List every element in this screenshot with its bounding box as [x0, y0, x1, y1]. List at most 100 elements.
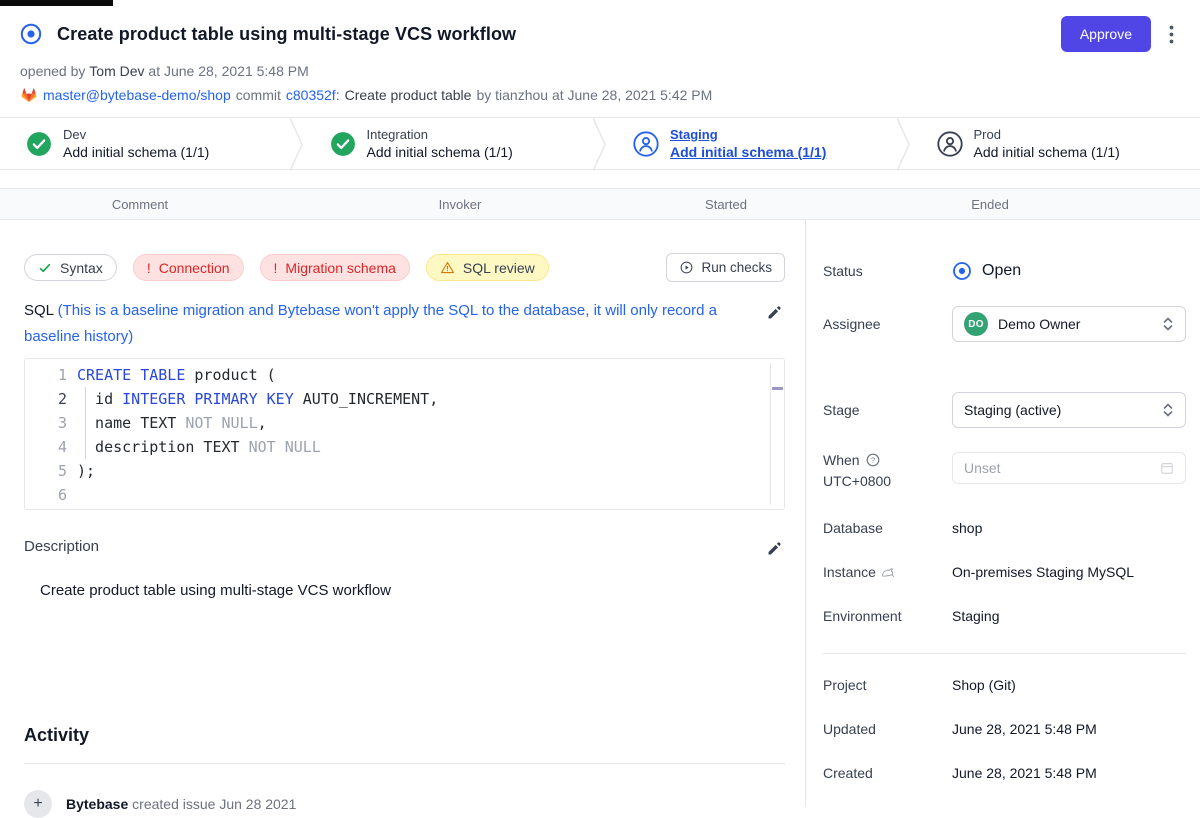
status-label: Status [823, 263, 952, 279]
commit-branch-repo-link[interactable]: master@bytebase-demo/shop [43, 87, 231, 103]
page-title: Create product table using multi-stage V… [57, 24, 516, 45]
line-number: 3 [25, 411, 77, 435]
pipeline-stage-staging[interactable]: Staging Add initial schema (1/1) [607, 118, 897, 169]
stage-separator-chevron [290, 118, 304, 171]
stage-done-icon [26, 131, 52, 157]
svg-text:?: ? [871, 456, 875, 465]
when-datetime-input[interactable]: Unset [952, 452, 1186, 484]
stage-task: Add initial schema (1/1) [670, 143, 826, 161]
sidebar-row-database: Database shop [823, 520, 1186, 536]
sql-code-editor[interactable]: 1 CREATE TABLE product ( 2 id INTEGER PR… [24, 358, 785, 510]
stage-select-value: Staging (active) [964, 402, 1061, 418]
edit-description-pencil-icon[interactable] [764, 538, 785, 559]
column-header-ended: Ended [812, 197, 1168, 212]
opened-prefix: opened by [20, 63, 85, 79]
activity-divider [24, 763, 785, 764]
sql-label: SQL [24, 302, 53, 319]
instance-value: On-premises Staging MySQL [952, 564, 1134, 580]
line-number: 6 [25, 483, 77, 507]
check-badge-migration-schema[interactable]: ! Migration schema [260, 254, 410, 281]
code-line: 5 ); [25, 459, 784, 483]
commit-message: Create product table [345, 87, 472, 103]
badge-label: Syntax [60, 260, 103, 276]
help-icon: ? [866, 453, 880, 467]
plus-icon: + [24, 790, 52, 818]
sidebar-row-project: Project Shop (Git) [823, 677, 1186, 693]
database-label: Database [823, 520, 952, 536]
stage-separator-chevron [897, 118, 911, 171]
chevron-updown-icon [1162, 316, 1174, 332]
created-value: June 28, 2021 5:48 PM [952, 765, 1097, 781]
run-checks-play-icon [679, 260, 694, 275]
pipeline-stage-prod[interactable]: Prod Add initial schema (1/1) [911, 118, 1200, 169]
assignee-label: Assignee [823, 316, 952, 332]
approve-button[interactable]: Approve [1061, 16, 1151, 52]
issue-header: Create product table using multi-stage V… [0, 0, 1200, 117]
mysql-dolphin-icon [881, 565, 898, 579]
run-checks-button[interactable]: Run checks [666, 253, 785, 282]
error-exclamation-icon: ! [274, 260, 278, 276]
edit-sql-pencil-icon[interactable] [764, 302, 785, 323]
description-label: Description [24, 538, 99, 555]
assignee-select[interactable]: DO Demo Owner [952, 306, 1186, 342]
check-badges-row: Syntax ! Connection ! Migration schema S… [24, 253, 785, 282]
check-badge-sql-review[interactable]: SQL review [426, 254, 549, 281]
line-number: 4 [25, 435, 77, 459]
opened-time: at June 28, 2021 5:48 PM [148, 63, 308, 79]
sidebar-row-assignee: Assignee DO Demo Owner [823, 306, 1186, 342]
activity-author: Bytebase [66, 796, 128, 812]
pipeline-stage-integration[interactable]: Integration Add initial schema (1/1) [304, 118, 594, 169]
calendar-icon [1160, 461, 1174, 475]
stage-done-icon [330, 131, 356, 157]
activity-heading: Activity [24, 725, 785, 746]
when-placeholder: Unset [964, 460, 1001, 476]
code-line: 3 name TEXT NOT NULL, [25, 411, 784, 435]
check-badge-connection[interactable]: ! Connection [133, 254, 244, 281]
commit-meta: by tianzhou at June 28, 2021 5:42 PM [476, 87, 712, 103]
column-header-started: Started [640, 197, 812, 212]
chevron-updown-icon [1162, 402, 1174, 418]
code-line: 6 [25, 483, 784, 507]
sidebar-row-status: Status Open [823, 261, 1186, 281]
line-number: 1 [25, 363, 77, 387]
when-timezone: UTC+0800 [823, 473, 952, 489]
project-label: Project [823, 677, 952, 693]
stage-select[interactable]: Staging (active) [952, 392, 1186, 428]
description-text: Create product table using multi-stage V… [24, 582, 785, 599]
top-left-dark-bar [0, 0, 113, 6]
code-line: 4 description TEXT NOT NULL [25, 435, 784, 459]
task-table-header: Comment Invoker Started Ended [0, 188, 1200, 220]
pipeline-stage-dev[interactable]: Dev Add initial schema (1/1) [0, 118, 290, 169]
stage-task: Add initial schema (1/1) [367, 143, 513, 161]
assignee-avatar: DO [964, 312, 988, 336]
code-line: 1 CREATE TABLE product ( [25, 363, 784, 387]
check-badge-syntax[interactable]: Syntax [24, 254, 117, 281]
sql-baseline-note: (This is a baseline migration and Byteba… [24, 302, 717, 345]
badge-label: Migration schema [285, 260, 396, 276]
code-line: 2 id INTEGER PRIMARY KEY AUTO_INCREMENT, [25, 387, 784, 411]
sidebar-row-when: When ? UTC+0800 Unset [823, 452, 1186, 489]
issue-open-status-icon [20, 23, 42, 45]
stage-person-active-icon [633, 131, 659, 157]
sidebar-row-environment: Environment Staging [823, 608, 1186, 624]
stage-task: Add initial schema (1/1) [63, 143, 209, 161]
updated-value: June 28, 2021 5:48 PM [952, 721, 1097, 737]
column-header-invoker: Invoker [280, 197, 640, 212]
opened-by-line: opened by Tom Dev at June 28, 2021 5:48 … [20, 63, 1176, 79]
environment-label: Environment [823, 608, 952, 624]
commit-hash-link[interactable]: c80352f: [286, 87, 340, 103]
gitlab-icon [20, 86, 38, 104]
badge-label: SQL review [463, 260, 535, 276]
stage-task: Add initial schema (1/1) [974, 143, 1120, 161]
check-icon [38, 261, 52, 275]
stage-label: Stage [823, 402, 952, 418]
created-label: Created [823, 765, 952, 781]
kebab-menu-icon[interactable] [1167, 21, 1176, 48]
error-exclamation-icon: ! [147, 260, 151, 276]
editor-scrollbar[interactable] [770, 363, 784, 505]
sql-section-header: SQL (This is a baseline migration and By… [24, 298, 785, 350]
activity-text: created issue Jun 28 2021 [132, 796, 296, 812]
warning-triangle-icon [440, 260, 455, 275]
stage-name: Staging [670, 127, 826, 143]
issue-sidebar: Status Open Assignee DO Demo Owner [805, 220, 1200, 807]
